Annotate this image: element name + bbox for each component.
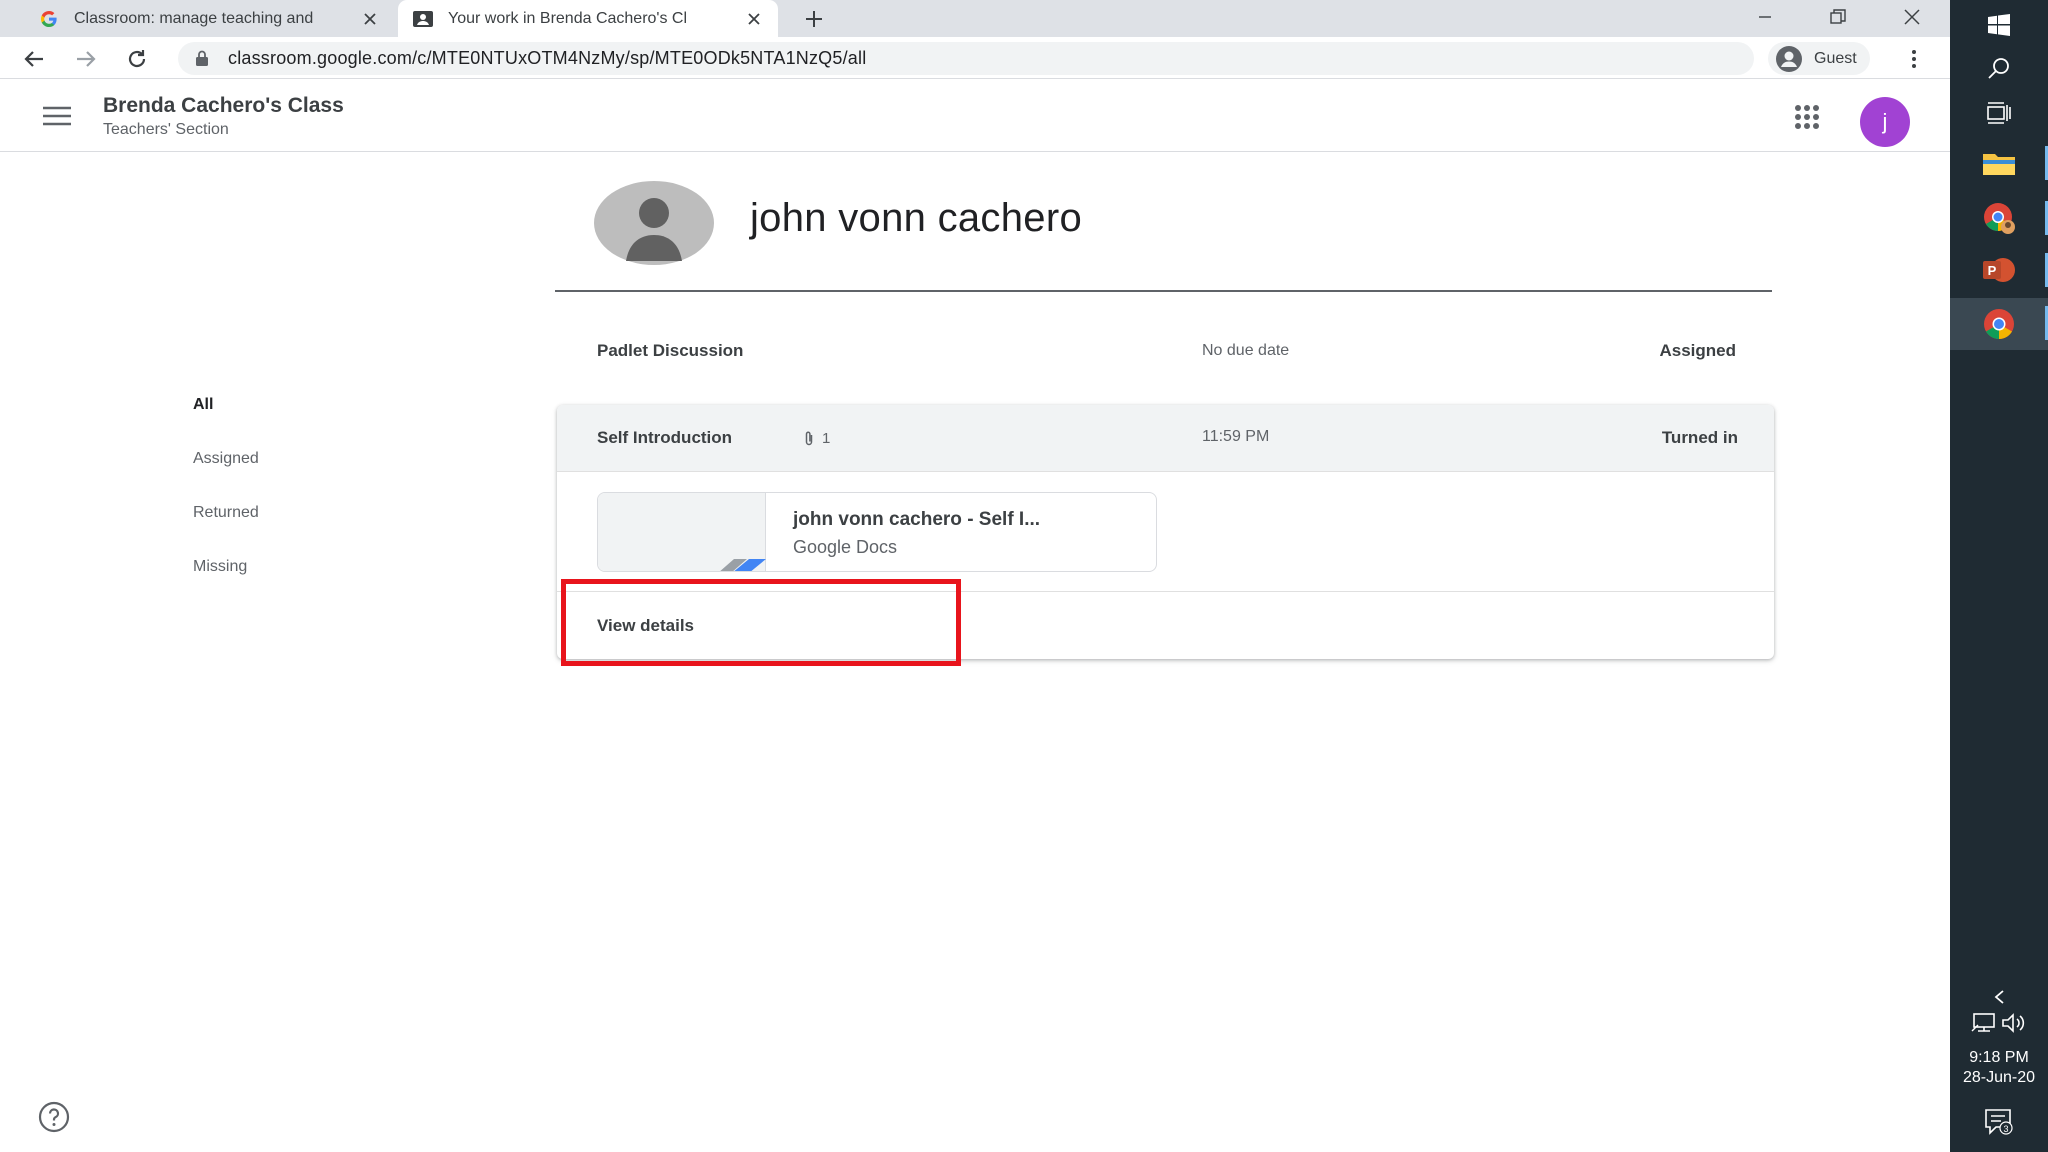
- google-apps-icon[interactable]: [1790, 100, 1824, 134]
- show-hidden-icons-chevron-icon[interactable]: [1950, 985, 2048, 1009]
- guest-avatar-icon: [1776, 45, 1802, 72]
- powerpoint-icon[interactable]: P: [1950, 245, 2048, 295]
- clock-time: 9:18 PM: [1969, 1049, 2029, 1066]
- browser-toolbar: classroom.google.com/c/MTE0NTUxOTM4NzMy/…: [0, 37, 1950, 79]
- lock-icon: [192, 49, 212, 69]
- student-name: john vonn cachero: [750, 196, 1082, 240]
- paperclip-icon: [800, 429, 818, 447]
- assignment-row-padlet[interactable]: Padlet Discussion No due date Assigned: [557, 324, 1772, 380]
- url-text: classroom.google.com/c/MTE0NTUxOTM4NzMy/…: [228, 48, 867, 68]
- filter-all[interactable]: All: [193, 396, 213, 414]
- filter-returned[interactable]: Returned: [193, 504, 259, 522]
- main-menu-icon[interactable]: [40, 102, 74, 130]
- chrome-icon[interactable]: [1950, 298, 2048, 350]
- assignment-due: No due date: [1202, 342, 1290, 359]
- assignment-card-self-introduction: Self Introduction 1 11:59 PM Turned in j…: [557, 405, 1774, 659]
- filter-missing[interactable]: Missing: [193, 558, 247, 576]
- profile-button[interactable]: Guest: [1768, 42, 1870, 75]
- file-explorer-icon[interactable]: [1950, 138, 2048, 188]
- tab-title: Classroom: manage teaching and: [74, 9, 314, 27]
- attachment-thumbnail: [598, 493, 766, 571]
- back-button[interactable]: [18, 43, 50, 75]
- attachment-card[interactable]: john vonn cachero - Self I... Google Doc…: [597, 492, 1157, 572]
- notification-count: 3: [2003, 1124, 2008, 1134]
- class-section: Teachers' Section: [103, 121, 229, 138]
- filter-assigned[interactable]: Assigned: [193, 450, 259, 468]
- minimize-button[interactable]: [1730, 0, 1800, 34]
- profile-label: Guest: [1814, 49, 1857, 67]
- chrome-profile-icon[interactable]: [1950, 193, 2048, 243]
- card-footer: View details: [557, 591, 1774, 659]
- attachment-title: john vonn cachero - Self I...: [793, 509, 1041, 530]
- restore-button[interactable]: [1803, 0, 1873, 34]
- svg-text:P: P: [1988, 263, 1997, 278]
- assignment-title: Padlet Discussion: [597, 341, 744, 360]
- notifications-icon[interactable]: 3: [1950, 1106, 2048, 1138]
- tab-title: Your work in Brenda Cachero's Cl: [448, 9, 688, 27]
- browser-tab-classroom[interactable]: Classroom: manage teaching and: [24, 0, 394, 37]
- browser-tab-your-work[interactable]: Your work in Brenda Cachero's Cl: [398, 0, 778, 37]
- assignment-status: Turned in: [1661, 428, 1738, 447]
- attachment-count: 1: [800, 429, 830, 447]
- search-icon[interactable]: [1950, 43, 2048, 93]
- student-avatar: [594, 181, 714, 265]
- classroom-favicon-icon: [412, 8, 434, 30]
- close-tab-icon[interactable]: [744, 9, 764, 29]
- windows-taskbar: P 9:18 PM 28-Jun-20 3: [1950, 0, 2048, 1152]
- task-view-icon[interactable]: [1950, 88, 2048, 138]
- taskbar-clock[interactable]: 9:18 PM 28-Jun-20: [1950, 1048, 2048, 1088]
- assignment-due: 11:59 PM: [1202, 428, 1270, 445]
- assignment-title: Self Introduction: [597, 428, 733, 447]
- reload-button[interactable]: [121, 43, 153, 75]
- network-icon[interactable]: [1971, 1012, 1997, 1038]
- profile-divider: [555, 290, 1772, 292]
- close-tab-icon[interactable]: [360, 9, 380, 29]
- address-bar[interactable]: classroom.google.com/c/MTE0NTUxOTM4NzMy/…: [178, 42, 1754, 75]
- volume-icon[interactable]: [2001, 1012, 2027, 1038]
- clock-date: 28-Jun-20: [1962, 1069, 2036, 1086]
- new-tab-button[interactable]: [800, 6, 828, 32]
- google-icon: [38, 8, 60, 30]
- help-icon[interactable]: [38, 1101, 70, 1133]
- browser-menu-icon[interactable]: [1900, 45, 1928, 73]
- user-avatar[interactable]: j: [1860, 97, 1910, 147]
- classroom-header: Brenda Cachero's Class Teachers' Section…: [0, 80, 1950, 152]
- close-window-button[interactable]: [1877, 0, 1947, 34]
- class-name[interactable]: Brenda Cachero's Class: [103, 94, 344, 118]
- attachment-type: Google Docs: [793, 537, 898, 557]
- view-details-link[interactable]: View details: [597, 616, 694, 636]
- forward-button[interactable]: [70, 43, 102, 75]
- browser-tab-strip: Classroom: manage teaching and Your work…: [0, 0, 1950, 37]
- assignment-row-self-introduction[interactable]: Self Introduction 1 11:59 PM Turned in: [557, 405, 1774, 472]
- assignment-status: Assigned: [1659, 341, 1736, 360]
- system-tray: [1950, 1012, 2048, 1038]
- attachment-count-value: 1: [822, 429, 831, 447]
